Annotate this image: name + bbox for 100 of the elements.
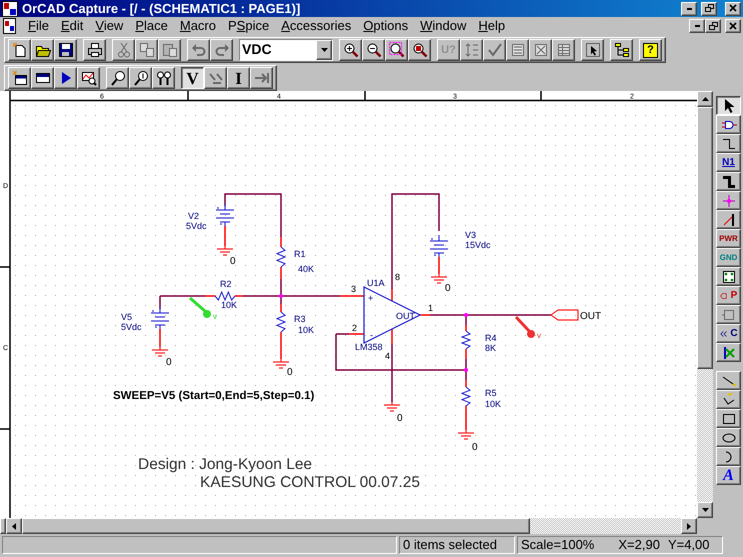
ground-symbol: [216, 246, 234, 256]
menu-item[interactable]: Accessories: [275, 18, 358, 34]
menu-item[interactable]: File: [22, 18, 55, 34]
menu-item[interactable]: PSpice: [222, 18, 276, 34]
part-reference: R3: [294, 314, 306, 324]
resistor-symbol: [460, 330, 472, 350]
part-reference: R4: [485, 333, 497, 343]
ground-label: 0: [445, 283, 451, 294]
menu-item[interactable]: Options: [357, 18, 414, 34]
splitter-handle[interactable]: [0, 518, 6, 534]
status-coordinate: Y=4,00: [668, 537, 710, 553]
menu-item[interactable]: Window: [414, 18, 472, 34]
chart-magnifier-icon: [80, 70, 96, 86]
minimize-icon: [694, 25, 700, 27]
probe-icon: [110, 70, 126, 86]
polyline-button[interactable]: [716, 390, 741, 409]
current-marker-button[interactable]: [129, 67, 152, 89]
zoom-area-button[interactable]: [385, 39, 408, 61]
save-button[interactable]: [54, 39, 77, 61]
minimize-icon: [686, 8, 692, 10]
menu-item[interactable]: Help: [472, 18, 512, 34]
restore-button[interactable]: [701, 2, 717, 16]
close-button[interactable]: [725, 2, 741, 16]
double-chevron-icon: [719, 328, 730, 338]
project-button[interactable]: [581, 39, 604, 61]
size-box: [697, 518, 713, 534]
arrow-up-icon: [702, 97, 708, 101]
block-button[interactable]: [716, 267, 741, 286]
resistor-symbol: [276, 246, 286, 268]
voltage-marker-button[interactable]: [106, 67, 129, 89]
letter-button[interactable]: V: [181, 67, 204, 89]
new-profile-button[interactable]: [8, 67, 31, 89]
junction-button[interactable]: [716, 191, 741, 210]
ground-symbol: [458, 430, 474, 440]
zoom-out-button[interactable]: [362, 39, 385, 61]
diff-marker-button[interactable]: [152, 67, 175, 89]
design-note: KAESUNG CONTROL 00.07.25: [200, 474, 420, 491]
part-value: 8K: [485, 343, 496, 353]
polyline-icon: [720, 392, 736, 408]
print-button[interactable]: [83, 39, 106, 61]
open-button[interactable]: [31, 39, 54, 61]
two-probes-icon: [156, 70, 172, 86]
text-button[interactable]: A: [716, 466, 741, 485]
port-button[interactable]: P: [716, 286, 741, 305]
menu-item[interactable]: View: [89, 18, 130, 34]
scroll-right-button[interactable]: [681, 518, 697, 534]
net-label: OUT: [580, 311, 602, 322]
power-button[interactable]: PWR: [716, 229, 741, 248]
resistor-symbol: [460, 386, 472, 406]
new-window-icon: [12, 70, 28, 86]
no-connect-button[interactable]: [716, 343, 741, 362]
part-reference: LM358: [355, 342, 383, 352]
scroll-down-button[interactable]: [697, 502, 713, 518]
junction-dot: [279, 294, 283, 298]
zoom-all-button[interactable]: [408, 39, 431, 61]
wire-button[interactable]: [716, 134, 741, 153]
scroll-left-button[interactable]: [6, 518, 22, 534]
menu-item[interactable]: Macro: [174, 18, 222, 34]
off-page-button[interactable]: C: [716, 324, 741, 343]
power-probe-icon: [254, 70, 270, 86]
hierarchy-button[interactable]: [610, 39, 633, 61]
menu-item[interactable]: Edit: [54, 18, 90, 34]
select-button[interactable]: [716, 96, 741, 115]
zoom-in-button[interactable]: [339, 39, 362, 61]
pin-number: 4: [385, 351, 390, 361]
restore-button[interactable]: [705, 19, 721, 33]
ground-symbol: [272, 358, 290, 368]
pin-label: +: [368, 293, 374, 303]
bus-entry-button[interactable]: [716, 210, 741, 229]
close-button[interactable]: [725, 19, 741, 33]
part-button[interactable]: [716, 115, 741, 134]
minimize-button[interactable]: [689, 19, 705, 33]
ellipse-button[interactable]: [716, 428, 741, 447]
view-results-button[interactable]: [77, 67, 100, 89]
probe-label: v: [213, 312, 217, 321]
zoom-all-icon: [412, 42, 428, 58]
scrollbar-thumb[interactable]: [697, 107, 713, 369]
scrollbar-thumb[interactable]: [22, 518, 530, 534]
ground-label: 0: [397, 413, 403, 424]
offpage-connector: [550, 310, 578, 320]
net-alias-button[interactable]: N1: [716, 153, 741, 172]
new-button[interactable]: [8, 39, 31, 61]
part-reference: V5: [121, 312, 132, 322]
clipboard-icon: [162, 42, 178, 58]
line-button[interactable]: [716, 371, 741, 390]
schematic-canvas[interactable]: [0, 91, 697, 518]
menu-item[interactable]: Place: [129, 18, 174, 34]
letter-button[interactable]: I: [227, 67, 250, 89]
arc-button[interactable]: [716, 447, 741, 466]
edit-profile-button[interactable]: [31, 67, 54, 89]
status-coordinate: X=2,90: [618, 537, 660, 553]
run-button[interactable]: [54, 67, 77, 89]
minimize-button[interactable]: [681, 2, 697, 16]
part-reference: V3: [465, 230, 476, 240]
scroll-up-button[interactable]: [697, 91, 713, 107]
battery-symbol: [430, 234, 448, 258]
bus-button[interactable]: [716, 172, 741, 191]
help-button[interactable]: ?: [639, 39, 662, 61]
pin-number: 8: [395, 272, 400, 282]
rect-button[interactable]: [716, 409, 741, 428]
